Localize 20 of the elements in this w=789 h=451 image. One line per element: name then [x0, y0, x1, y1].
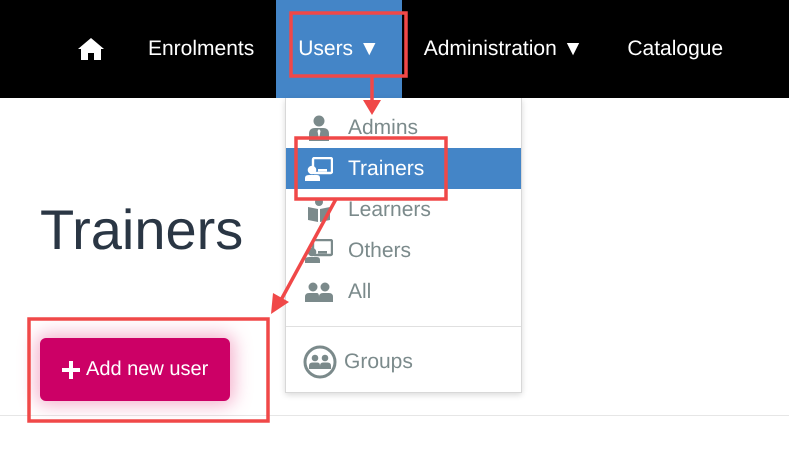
group-icon [303, 344, 337, 378]
nav-link[interactable]: Catalogue [605, 0, 746, 98]
nav-link[interactable]: Enrolments [126, 0, 276, 98]
add-user-button[interactable]: Add new user [40, 338, 230, 401]
page-title: Trainers [40, 198, 244, 262]
menu-item[interactable]: All [286, 271, 521, 312]
nav-dropdown[interactable]: Users ▼ [276, 0, 402, 98]
arrow [363, 77, 381, 115]
users-icon [305, 282, 333, 302]
presentation-icon [305, 238, 333, 262]
home-icon [78, 38, 104, 60]
plus-icon [62, 360, 80, 378]
person-icon [308, 114, 330, 140]
menu-item[interactable]: Others [286, 230, 521, 271]
nav-dropdown[interactable]: Administration ▼ [402, 0, 606, 98]
menu-item[interactable]: Admins [286, 107, 521, 148]
presentation-icon [305, 156, 333, 180]
menu-item[interactable]: Trainers [286, 148, 521, 189]
menu-item[interactable]: Groups [286, 341, 521, 382]
menu-item[interactable]: Learners [286, 189, 521, 230]
